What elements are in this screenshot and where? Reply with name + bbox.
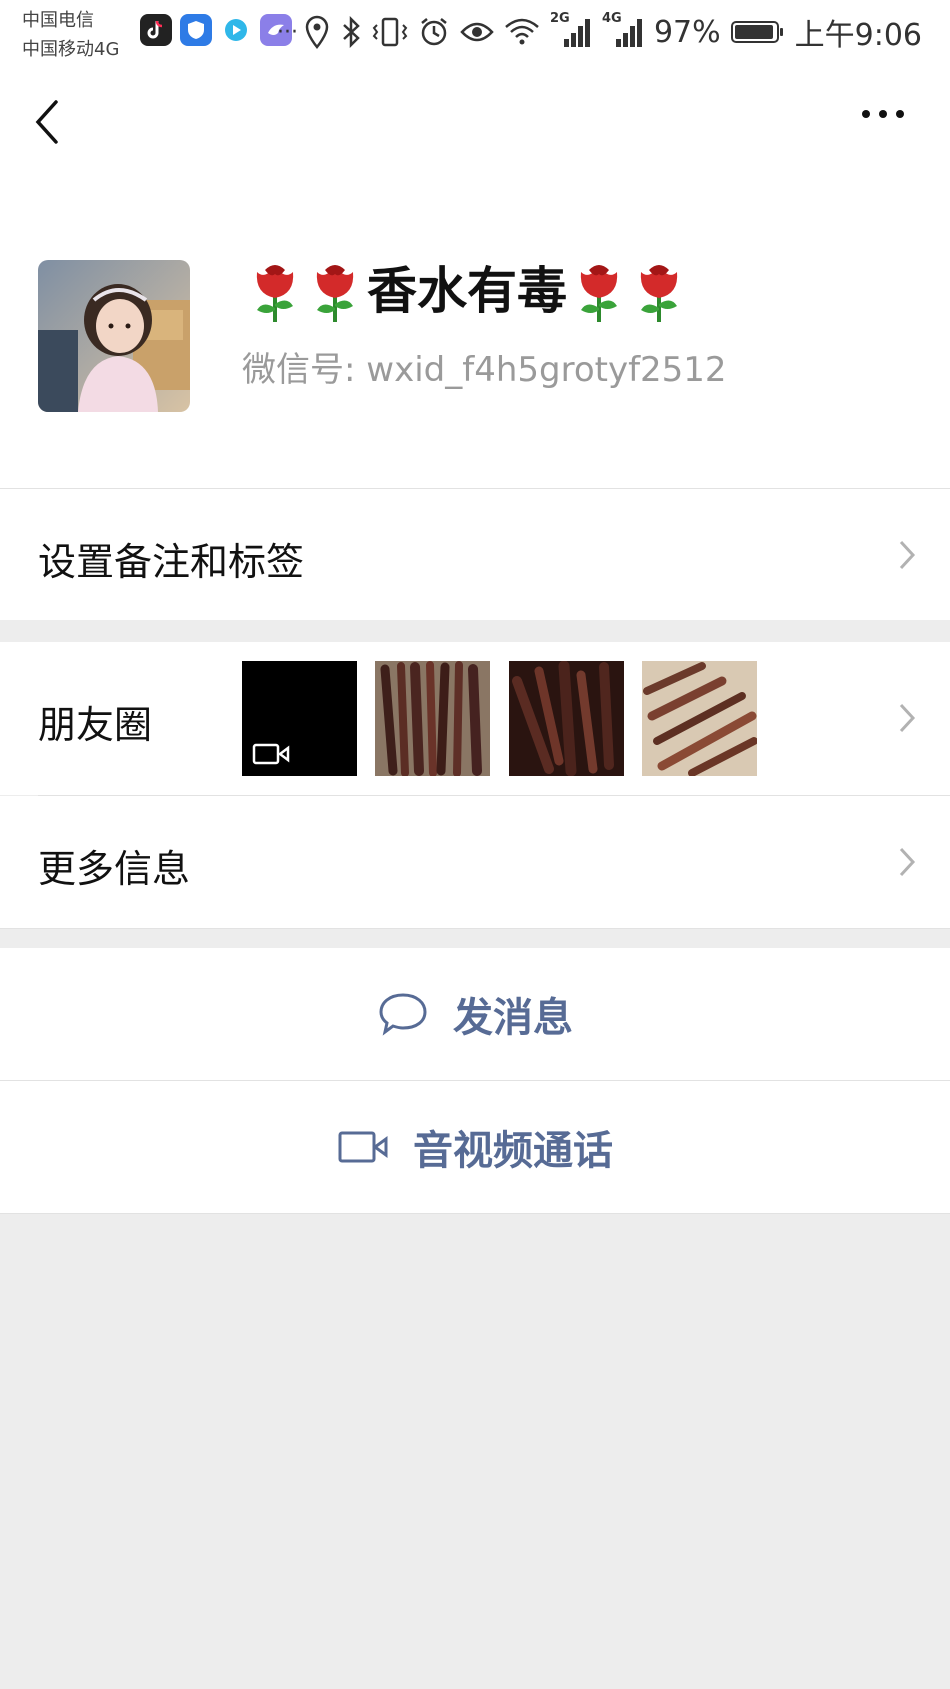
av-call-label: 音视频通话	[413, 1128, 613, 1174]
alarm-icon	[421, 18, 447, 46]
tiktok-icon	[140, 14, 172, 46]
profile-name: 香水有毒	[245, 258, 689, 324]
rose-icon	[580, 265, 618, 322]
chat-bubble-icon	[379, 993, 427, 1036]
moments-thumbnail[interactable]	[375, 661, 490, 777]
rose-icon	[316, 265, 354, 322]
signal-2g: 2G	[550, 11, 592, 49]
wifi-icon	[505, 18, 539, 45]
profile-header	[0, 0, 950, 488]
avatar[interactable]	[38, 260, 190, 412]
status-indicators: ··· 2G 4G 97% 上午9:06	[277, 10, 922, 54]
status-time: 上午9:06	[794, 18, 922, 53]
vibrate-icon	[372, 17, 408, 47]
video-camera-icon	[252, 743, 290, 765]
carrier-info: 中国电信 中国移动4G	[22, 6, 119, 64]
av-call-button[interactable]: 音视频通话	[0, 1081, 950, 1213]
battery-percent: 97%	[653, 14, 721, 50]
divider	[0, 1213, 950, 1214]
status-app-icons	[140, 14, 292, 46]
moments-label: 朋友圈	[38, 703, 153, 747]
send-message-button[interactable]: 发消息	[0, 948, 950, 1080]
network-4g-label: 4G	[601, 11, 622, 26]
overflow-dots: ···	[276, 19, 298, 45]
chevron-right-icon	[899, 540, 916, 570]
eye-icon	[460, 22, 494, 42]
chevron-right-icon	[899, 847, 916, 877]
bluetooth-icon	[343, 16, 360, 48]
wechat-id[interactable]: 微信号: wxid_f4h5grotyf2512	[242, 342, 727, 391]
shield-app-icon	[180, 14, 212, 46]
rose-icon	[256, 265, 294, 322]
moments-thumbnail-video[interactable]	[242, 661, 357, 776]
more-dots-icon[interactable]	[862, 110, 904, 118]
more-info-label: 更多信息	[38, 847, 191, 891]
battery-icon	[730, 21, 783, 43]
moments-thumbnail[interactable]	[509, 660, 624, 777]
chevron-right-icon	[899, 703, 916, 733]
location-icon	[305, 15, 329, 49]
chevron-left-icon[interactable]	[30, 96, 66, 148]
remark-row[interactable]: 设置备注和标签	[0, 489, 950, 620]
signal-4g: 4G	[602, 11, 644, 49]
network-2g-label: 2G	[549, 11, 570, 26]
carrier-1: 中国电信	[22, 10, 94, 31]
moments-thumbnail[interactable]	[642, 661, 758, 777]
carrier-2: 中国移动4G	[22, 39, 120, 60]
divider	[0, 928, 950, 929]
remark-label: 设置备注和标签	[38, 540, 305, 584]
rose-icon	[640, 265, 678, 322]
more-info-row[interactable]: 更多信息	[0, 796, 950, 928]
play-app-icon	[220, 14, 252, 46]
send-message-label: 发消息	[453, 995, 573, 1041]
video-call-icon	[338, 1131, 388, 1163]
battery-fill	[734, 25, 774, 39]
profile-name-text: 香水有毒	[367, 262, 567, 320]
